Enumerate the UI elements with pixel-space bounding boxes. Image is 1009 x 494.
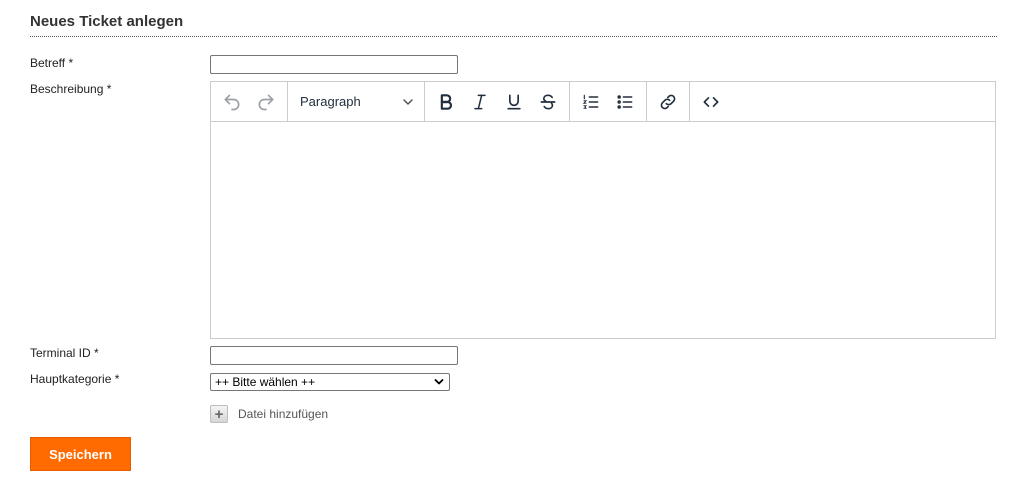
- chevron-down-icon: [434, 379, 444, 385]
- bold-icon: [440, 93, 452, 110]
- add-file-button[interactable]: + Datei hinzufügen: [210, 405, 328, 423]
- link-button[interactable]: [651, 87, 685, 117]
- bullet-list-icon: [617, 94, 633, 109]
- redo-icon: [258, 94, 274, 110]
- rich-text-editor: Paragraph: [210, 81, 996, 339]
- source-code-icon: [703, 96, 719, 107]
- numbered-list-icon: [582, 94, 599, 109]
- block-format-value: Paragraph: [300, 94, 361, 109]
- category-select[interactable]: ++ Bitte wählen ++: [210, 373, 450, 391]
- strikethrough-icon: [540, 93, 556, 110]
- undo-button[interactable]: [215, 87, 249, 117]
- terminal-id-input[interactable]: [210, 346, 458, 365]
- history-group: [211, 82, 288, 121]
- redo-button[interactable]: [249, 87, 283, 117]
- save-button[interactable]: Speichern: [30, 437, 131, 471]
- link-group: [647, 82, 690, 121]
- chevron-down-icon: [403, 98, 413, 105]
- plus-icon: +: [210, 405, 228, 423]
- add-file-label: Datei hinzufügen: [238, 407, 329, 421]
- underline-icon: [507, 94, 521, 109]
- source-code-button[interactable]: [694, 87, 728, 117]
- subject-input[interactable]: [210, 55, 458, 74]
- link-icon: [660, 94, 676, 109]
- format-group: Paragraph: [288, 82, 425, 121]
- bold-button[interactable]: [429, 87, 463, 117]
- strikethrough-button[interactable]: [531, 87, 565, 117]
- category-selected-value: ++ Bitte wählen ++: [215, 375, 316, 389]
- numbered-list-button[interactable]: [574, 87, 608, 117]
- underline-button[interactable]: [497, 87, 531, 117]
- subject-label: Betreff *: [30, 56, 74, 70]
- block-format-dropdown[interactable]: Paragraph: [292, 87, 420, 117]
- list-group: [570, 82, 647, 121]
- code-group: [690, 82, 732, 121]
- italic-button[interactable]: [463, 87, 497, 117]
- terminal-id-label: Terminal ID *: [30, 346, 99, 360]
- editor-content-area[interactable]: [211, 122, 995, 339]
- page-title: Neues Ticket anlegen: [30, 13, 997, 37]
- style-group: [425, 82, 570, 121]
- italic-icon: [474, 94, 486, 109]
- editor-toolbar: Paragraph: [211, 82, 995, 122]
- undo-icon: [224, 94, 240, 110]
- category-label: Hauptkategorie *: [30, 372, 120, 386]
- description-label: Beschreibung *: [30, 82, 112, 96]
- bullet-list-button[interactable]: [608, 87, 642, 117]
